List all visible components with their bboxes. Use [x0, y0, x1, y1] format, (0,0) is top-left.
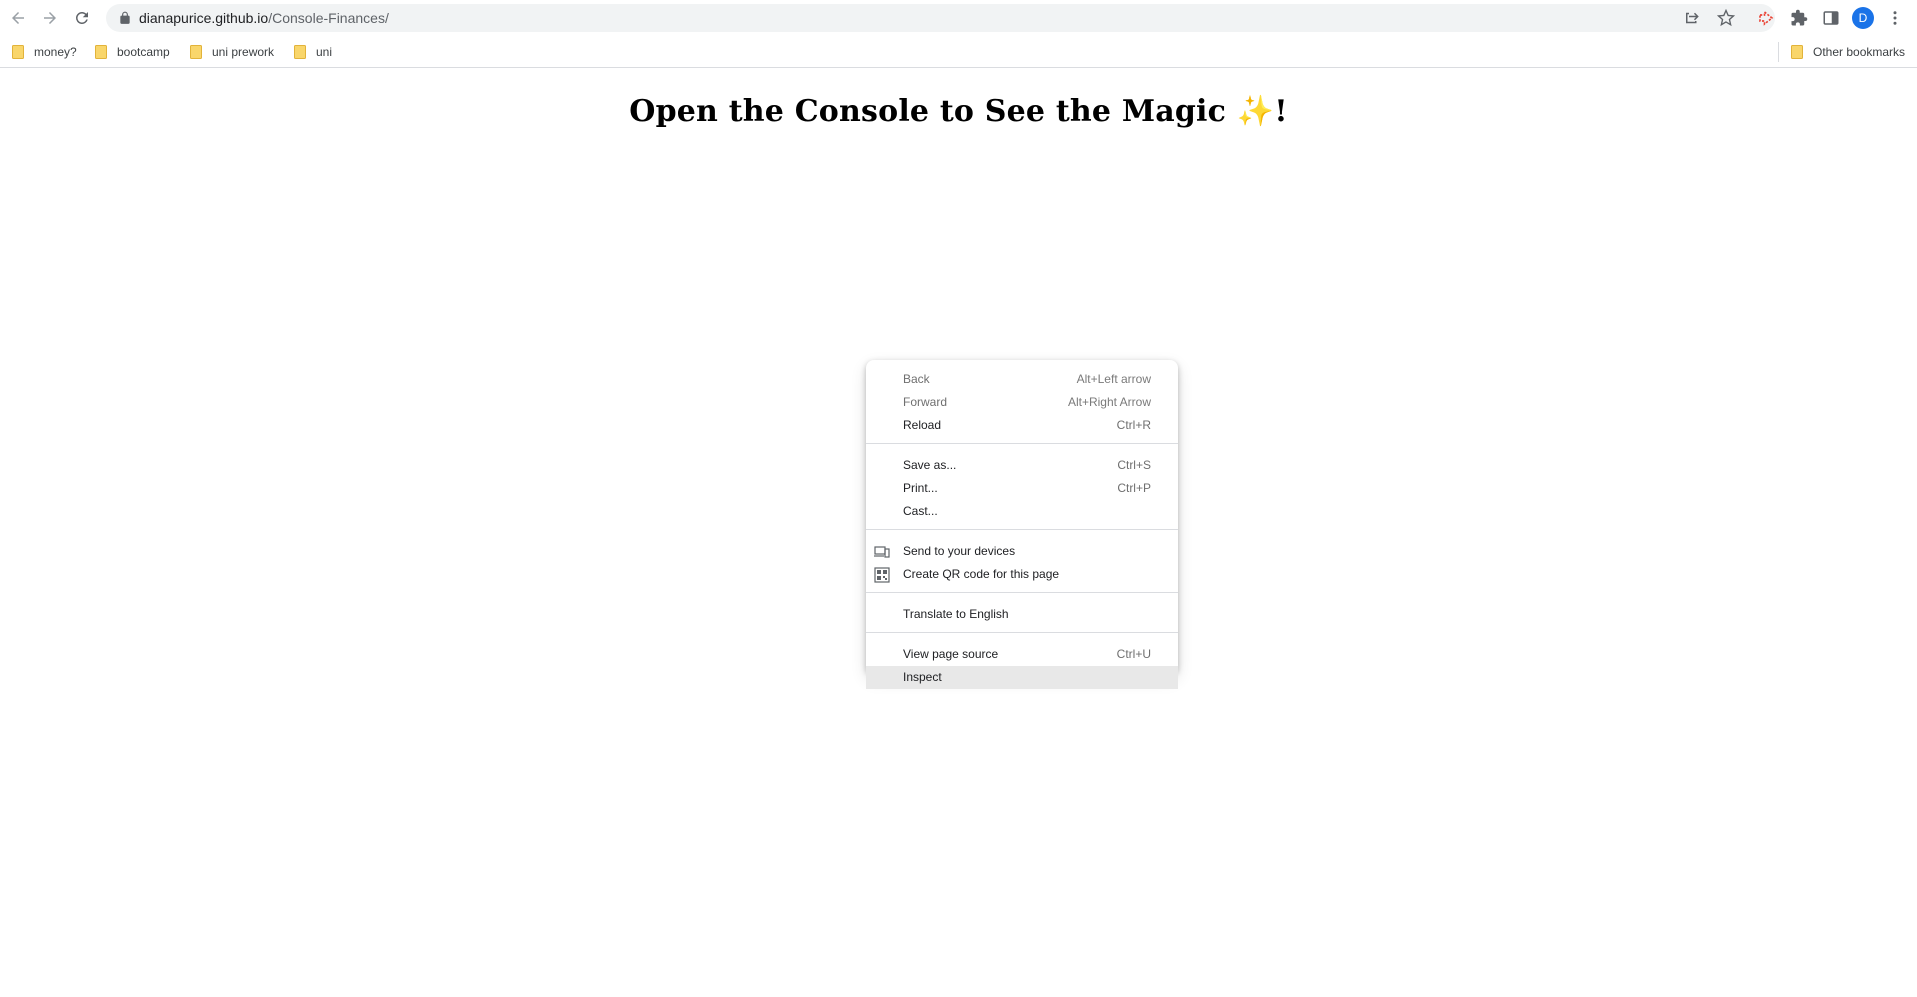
menu-item-shortcut: Ctrl+P: [1117, 481, 1151, 495]
bookmark-label: uni prework: [212, 45, 275, 59]
folder-icon: [12, 45, 24, 59]
page-title-end: !: [1274, 94, 1288, 129]
menu-item-label: View page source: [903, 647, 999, 661]
menu-item-shortcut: Ctrl+R: [1116, 418, 1151, 432]
menu-item-label: Forward: [903, 395, 948, 409]
folder-icon: [95, 45, 107, 59]
menu-item-view-source[interactable]: View page source Ctrl+U: [866, 643, 1178, 666]
url-host: dianapurice.github.io: [139, 10, 269, 26]
url-text: dianapurice.github.io/Console-Finances/: [139, 4, 389, 32]
extension-red-icon[interactable]: [1756, 8, 1776, 28]
page-title-text: Open the Console to See the Magic: [629, 94, 1237, 129]
menu-item-shortcut: Ctrl+S: [1117, 458, 1151, 472]
menu-item-shortcut: Alt+Right Arrow: [1067, 395, 1151, 409]
menu-item-shortcut: Ctrl+U: [1116, 647, 1151, 661]
bookmark-uni[interactable]: uni: [294, 42, 332, 62]
menu-item-forward[interactable]: Forward Alt+Right Arrow: [866, 391, 1178, 414]
back-button[interactable]: [6, 6, 30, 30]
more-menu-icon[interactable]: [1885, 8, 1905, 28]
menu-item-create-qr-code[interactable]: Create QR code for this page: [866, 563, 1178, 586]
menu-item-save-as[interactable]: Save as... Ctrl+S: [866, 454, 1178, 477]
folder-icon: [1791, 45, 1803, 59]
extensions-puzzle-icon[interactable]: [1789, 8, 1809, 28]
share-icon[interactable]: [1683, 9, 1701, 27]
menu-item-label: Print...: [903, 481, 938, 495]
bookmark-label: bootcamp: [117, 45, 170, 59]
bookmark-star-icon[interactable]: [1717, 9, 1735, 27]
menu-item-reload[interactable]: Reload Ctrl+R: [866, 414, 1178, 437]
menu-item-cast[interactable]: Cast...: [866, 500, 1178, 523]
menu-item-send-to-devices[interactable]: Send to your devices: [866, 540, 1178, 563]
menu-item-label: Reload: [903, 418, 942, 432]
menu-item-inspect[interactable]: Inspect: [866, 666, 1178, 689]
bookmark-money[interactable]: money?: [12, 42, 77, 62]
bookmark-label: money?: [34, 45, 77, 59]
bookmarks-bar: money? bootcamp uni prework uni Other bo…: [0, 36, 1917, 68]
reload-icon: [75, 11, 88, 24]
url-path: /Console-Finances/: [268, 10, 389, 26]
profile-avatar[interactable]: D: [1852, 7, 1874, 29]
bookmark-bootcamp[interactable]: bootcamp: [95, 42, 170, 62]
arrow-right-icon: [44, 12, 56, 24]
menu-item-print[interactable]: Print... Ctrl+P: [866, 477, 1178, 500]
forward-button[interactable]: [38, 6, 62, 30]
side-panel-icon[interactable]: [1821, 8, 1841, 28]
folder-icon: [190, 45, 202, 59]
context-menu: Back Alt+Left arrow Forward Alt+Right Ar…: [866, 360, 1178, 689]
sparkles-icon: ✨: [1236, 94, 1275, 129]
reload-button[interactable]: [70, 6, 94, 30]
menu-item-translate[interactable]: Translate to English: [866, 603, 1178, 626]
menu-item-label: Cast...: [903, 504, 938, 518]
menu-item-label: Translate to English: [903, 607, 1009, 621]
menu-separator: [866, 529, 1178, 530]
arrow-left-icon: [12, 12, 24, 24]
other-bookmarks[interactable]: Other bookmarks: [1791, 42, 1905, 62]
lock-icon: [120, 11, 130, 24]
send-to-devices-icon: [874, 546, 890, 558]
page-title: Open the Console to See the Magic ✨!: [0, 94, 1917, 129]
folder-icon: [294, 45, 306, 59]
bookmark-uni-prework[interactable]: uni prework: [190, 42, 274, 62]
qr-code-icon: [874, 567, 890, 583]
browser-toolbar: dianapurice.github.io/Console-Finances/ …: [0, 0, 1917, 36]
menu-item-label: Inspect: [903, 670, 942, 684]
menu-item-label: Send to your devices: [903, 544, 1016, 558]
menu-item-label: Create QR code for this page: [903, 567, 1060, 581]
menu-item-back[interactable]: Back Alt+Left arrow: [866, 368, 1178, 391]
menu-separator: [866, 592, 1178, 593]
other-bookmarks-label: Other bookmarks: [1813, 45, 1906, 59]
menu-separator: [866, 632, 1178, 633]
menu-item-label: Save as...: [903, 458, 957, 472]
menu-item-label: Back: [903, 372, 930, 386]
address-bar[interactable]: dianapurice.github.io/Console-Finances/: [106, 4, 1775, 32]
menu-separator: [866, 443, 1178, 444]
menu-item-shortcut: Alt+Left arrow: [1076, 372, 1151, 386]
bookmarks-divider: [1778, 42, 1779, 62]
bookmark-label: uni: [316, 45, 333, 59]
